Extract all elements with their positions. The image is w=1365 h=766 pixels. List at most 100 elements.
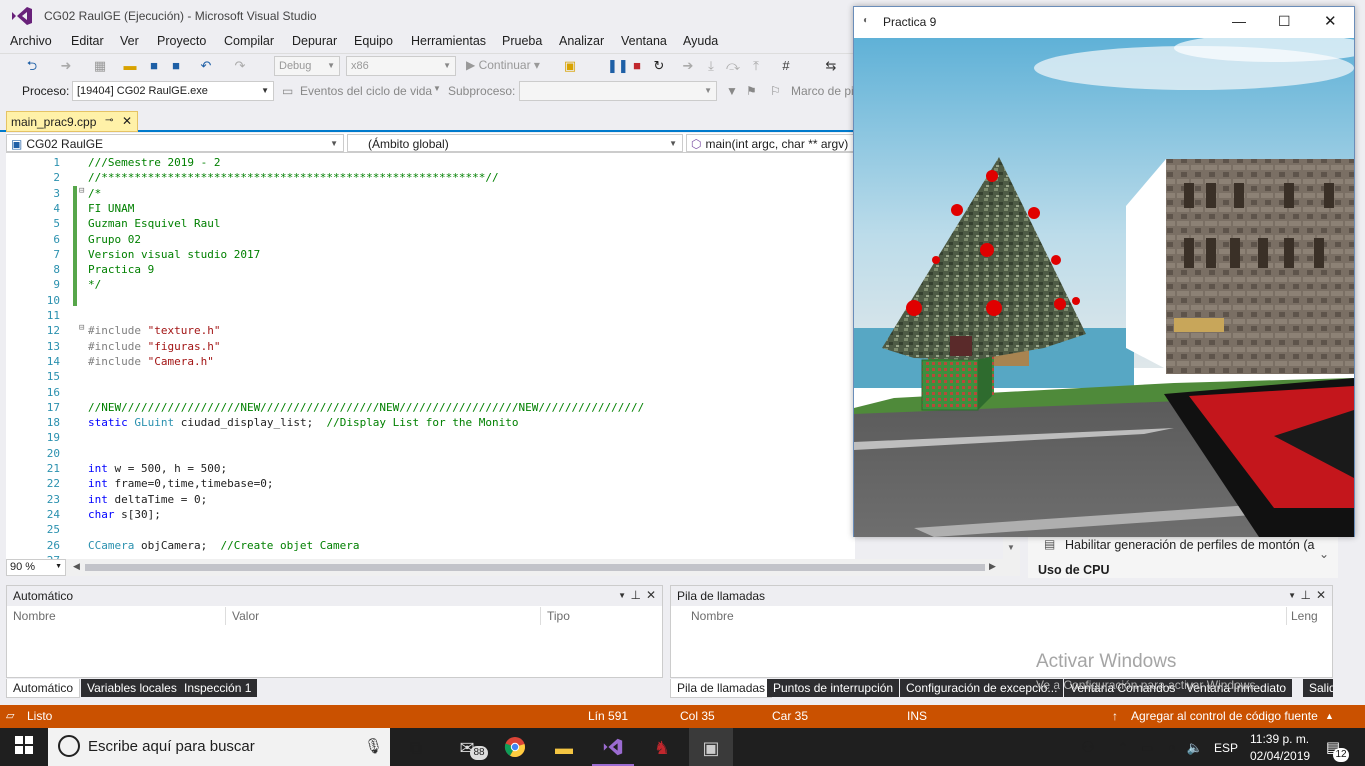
code-line[interactable]: 25 — [6, 522, 88, 537]
save-all-icon[interactable]: ■ — [168, 58, 184, 74]
menu-ayuda[interactable]: Ayuda — [683, 34, 718, 48]
menu-equipo[interactable]: Equipo — [354, 34, 393, 48]
code-line[interactable]: 17 //NEW//////////////////NEW////////////… — [6, 400, 645, 415]
menu-ver[interactable]: Ver — [120, 34, 139, 48]
clock-date[interactable]: 02/04/2019 — [1250, 749, 1310, 763]
code-editor[interactable]: 1 ///Semestre 2019 - 2 2 //****************… — [6, 153, 855, 559]
code-line[interactable]: 20 — [6, 446, 88, 461]
undo-icon[interactable]: ↶ — [198, 58, 214, 74]
expand-icon[interactable]: ⌄ — [1319, 547, 1329, 561]
volume-icon[interactable]: 🔈 — [1183, 736, 1207, 760]
tab-output[interactable]: Salida — [1303, 679, 1333, 697]
tab-watch1[interactable]: Inspección 1 — [178, 679, 258, 697]
code-line[interactable]: 21int w = 500, h = 500;int w = 500, h = … — [6, 461, 227, 476]
pause-icon[interactable]: ❚❚ — [607, 58, 629, 74]
configuration-select[interactable]: Debug ▼ — [274, 56, 340, 76]
code-line[interactable]: 23int deltaTime = 0;int deltaTime = 0; — [6, 492, 207, 507]
flag-icon[interactable]: ⚑ — [746, 84, 757, 98]
practica9-window[interactable]: ◐ Practica 9 — ☐ ✕ — [853, 6, 1355, 537]
scroll-down-icon[interactable]: ▼ — [1007, 543, 1015, 552]
code-line[interactable]: 3 /* — [6, 186, 101, 201]
menu-editar[interactable]: Editar — [71, 34, 104, 48]
app-red-icon[interactable]: ♞ — [650, 736, 674, 760]
heap-profiling-option[interactable]: Habilitar generación de perfiles de mont… — [1065, 538, 1314, 552]
filter-icon[interactable]: ▼ — [726, 84, 738, 98]
new-project-icon[interactable]: ▦ — [92, 58, 108, 74]
stop-icon[interactable]: ■ — [629, 58, 645, 74]
flag-off-icon[interactable]: ⚐ — [770, 84, 781, 98]
clock-time[interactable]: 11:39 p. m. — [1250, 732, 1309, 746]
code-line[interactable]: 2 //*************************************… — [6, 170, 498, 185]
column-type[interactable]: Tipo — [541, 607, 647, 625]
close-icon[interactable]: ✕ — [1316, 588, 1326, 602]
maximize-icon[interactable]: ☐ — [1278, 13, 1291, 30]
windows-start-icon[interactable] — [12, 736, 36, 760]
column-name[interactable]: Nombre — [685, 607, 1287, 625]
scope-select[interactable]: (Ámbito global) ▼ — [347, 134, 683, 152]
code-line[interactable]: 12#include "texture.h"#include "texture.… — [6, 323, 221, 338]
continue-button[interactable]: ▶ Continuar ▾ — [466, 58, 540, 72]
show-hidden-icons[interactable]: ⌃ — [1111, 736, 1135, 760]
microphone-icon[interactable]: 🎙 — [364, 737, 383, 755]
dropdown-icon[interactable]: ▼ — [618, 591, 626, 600]
scroll-right-icon[interactable]: ▶ — [989, 561, 996, 572]
taskbar-search[interactable]: Escribe aquí para buscar 🎙 — [48, 728, 390, 766]
step-over-icon[interactable]: ⤼ — [725, 58, 741, 74]
save-icon[interactable]: ■ — [146, 58, 162, 74]
menu-prueba[interactable]: Prueba — [502, 34, 542, 48]
horizontal-scrollbar[interactable] — [85, 564, 985, 571]
threads-icon[interactable]: ⇆ — [823, 58, 839, 74]
navigate-forward-icon[interactable]: ➜ — [58, 58, 74, 74]
caret-up-icon[interactable]: ▲ — [1325, 711, 1334, 721]
chevron-down-icon[interactable]: ▼ — [433, 84, 441, 93]
menu-archivo[interactable]: Archivo — [10, 34, 52, 48]
code-line[interactable]: 11 — [6, 308, 88, 323]
pin-icon[interactable]: ⊸ — [105, 115, 113, 126]
step-out-icon[interactable]: ⤒ — [748, 58, 764, 74]
people-icon[interactable]: ⚇ — [1076, 736, 1100, 760]
add-source-control-button[interactable]: Agregar al control de código fuente — [1131, 709, 1318, 723]
code-line[interactable]: 22int frame=0,time,timebase=0;int frame=… — [6, 476, 274, 491]
code-line[interactable]: 24char s[30];char s[30]; — [6, 507, 161, 522]
tab-locals[interactable]: Variables locales — [81, 679, 183, 697]
navigate-back-icon[interactable]: ⮌ — [24, 58, 40, 74]
code-line[interactable]: 7 Version visual studio 2017 — [6, 247, 260, 262]
code-line[interactable]: 14#include "Camera.h"#include "Camera.h" — [6, 354, 214, 369]
menu-compilar[interactable]: Compilar — [224, 34, 274, 48]
tab-autos[interactable]: Automático — [6, 679, 81, 698]
language-indicator[interactable]: ESP — [1214, 741, 1238, 755]
restart-icon[interactable]: ↻ — [651, 58, 667, 74]
battery-icon[interactable]: ▭ — [1135, 736, 1159, 760]
lifecycle-events-button[interactable]: Eventos del ciclo de vida — [300, 84, 432, 98]
close-icon[interactable]: ✕ — [646, 588, 656, 602]
close-icon[interactable]: ✕ — [122, 114, 132, 128]
platform-select[interactable]: x86 ▼ — [346, 56, 456, 76]
function-select[interactable]: ⬡ main(int argc, char ** argv) — [686, 134, 855, 152]
hex-icon[interactable]: # — [778, 58, 794, 74]
tab-breakpoints[interactable]: Puntos de interrupción — [767, 679, 900, 697]
process-select[interactable]: [19404] CG02 RaulGE.exe ▼ — [72, 81, 274, 101]
chrome-icon[interactable] — [503, 736, 527, 760]
menu-analizar[interactable]: Analizar — [559, 34, 604, 48]
code-line[interactable]: 18 static GLuint ciudad_display_list; //D… — [6, 415, 519, 430]
zoom-select[interactable]: 90 % ▼ — [6, 559, 66, 576]
project-select[interactable]: ▣ CG02 RaulGE ▼ — [6, 134, 344, 152]
visual-studio-taskbar-icon[interactable] — [601, 736, 625, 760]
collapse-icon[interactable]: ⊟ — [79, 323, 84, 333]
pin-icon[interactable]: ⊥ — [1301, 588, 1311, 602]
dropdown-icon[interactable]: ▼ — [1288, 591, 1296, 600]
code-line[interactable]: 9 */ — [6, 277, 101, 292]
column-name[interactable]: Nombre — [7, 607, 226, 625]
glut-window-icon[interactable]: ▣ — [699, 736, 723, 760]
minimize-icon[interactable]: — — [1232, 13, 1246, 29]
tab-call-stack[interactable]: Pila de llamadas — [670, 679, 773, 698]
code-line[interactable]: 8 Practica 9 — [6, 262, 154, 277]
process-icon[interactable]: ▣ — [562, 58, 578, 74]
code-line[interactable]: 4 FI UNAM — [6, 201, 134, 216]
scroll-left-icon[interactable]: ◀ — [73, 561, 80, 572]
open-file-icon[interactable]: ▬ — [122, 58, 138, 74]
menu-ventana[interactable]: Ventana — [621, 34, 667, 48]
task-view-icon[interactable]: ⧉ — [404, 736, 428, 760]
column-value[interactable]: Valor — [226, 607, 541, 625]
code-line[interactable]: 1 ///Semestre 2019 - 2 — [6, 155, 220, 170]
